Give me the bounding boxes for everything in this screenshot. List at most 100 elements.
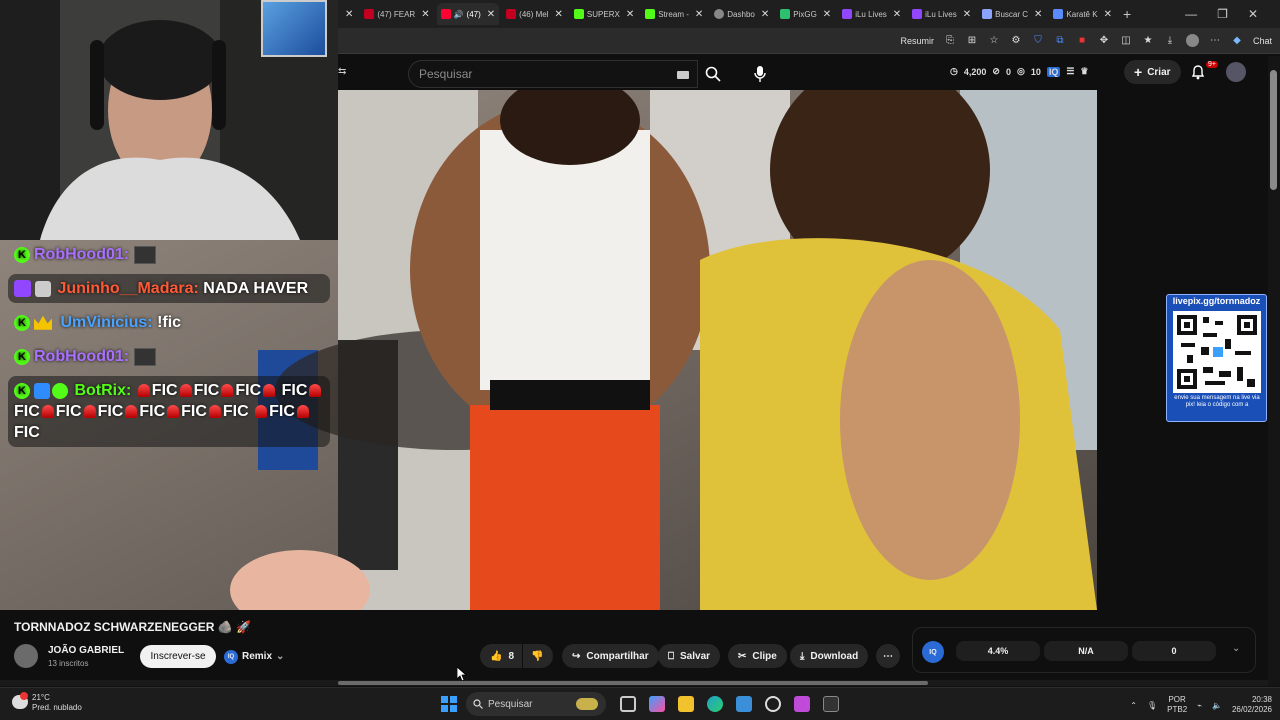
start-button[interactable] xyxy=(441,696,457,712)
chat-button[interactable]: Chat xyxy=(1253,36,1272,46)
copilot-app-icon[interactable] xyxy=(649,696,665,712)
clip-button[interactable]: ✂ Clipe xyxy=(728,644,787,668)
close-icon[interactable]: ✕ xyxy=(893,9,901,20)
chat-message: K RobHood01: xyxy=(8,342,338,371)
notifications-icon[interactable] xyxy=(1190,64,1206,80)
clock[interactable]: 20:38 26/02/2026 xyxy=(1232,695,1272,715)
close-icon[interactable]: ✕ xyxy=(695,9,703,20)
scrollbar-thumb[interactable] xyxy=(1270,70,1277,190)
minimize-icon[interactable]: — xyxy=(1185,7,1197,21)
restore-icon[interactable]: ❐ xyxy=(1217,7,1228,21)
new-tab-button[interactable]: + xyxy=(1119,3,1135,25)
windows-taskbar: 21°C Pred. nublado Pesquisar ⌃ 🎙 POR PTB2… xyxy=(0,687,1280,720)
browser-tab[interactable]: SUPERX ✕ xyxy=(570,3,638,25)
close-icon[interactable]: ✕ xyxy=(823,9,831,20)
volume-icon[interactable]: 🔈 xyxy=(1212,701,1222,710)
iq-stat-1: 4.4% xyxy=(956,641,1040,661)
extension-icon[interactable]: ⚙ xyxy=(1010,35,1022,47)
close-window-icon[interactable]: ✕ xyxy=(1248,7,1258,21)
browser-tab[interactable]: (47) FEAR ✕ xyxy=(360,3,433,25)
more-actions-button[interactable]: ⋯ xyxy=(876,644,900,668)
browser-tab[interactable]: Karatê K ✕ xyxy=(1049,3,1116,25)
taskbar-search[interactable]: Pesquisar xyxy=(466,692,606,716)
close-icon[interactable]: ✕ xyxy=(487,9,495,20)
read-aloud-icon[interactable]: ⎘ xyxy=(944,35,956,47)
close-icon[interactable]: ✕ xyxy=(963,9,971,20)
file-explorer-icon[interactable] xyxy=(678,696,694,712)
language-indicator[interactable]: POR PTB2 xyxy=(1167,695,1187,715)
download-button[interactable]: ⤓ Download xyxy=(790,644,869,668)
resume-button[interactable]: Resumir xyxy=(900,36,934,46)
microphone-icon[interactable]: 🎙 xyxy=(1147,701,1157,710)
channel-name[interactable]: JOÃO GABRIEL xyxy=(48,645,124,656)
keyboard-icon[interactable] xyxy=(677,71,689,79)
browser-tab[interactable]: Dashbo ✕ xyxy=(710,3,773,25)
scrollbar-thumb[interactable] xyxy=(338,681,928,685)
iq-logo-icon[interactable]: IQ xyxy=(922,641,944,663)
apps-icon[interactable]: ⊞ xyxy=(966,35,978,47)
edge-icon[interactable] xyxy=(707,696,723,712)
voice-search-button[interactable] xyxy=(746,60,774,88)
tab-label: PixGG xyxy=(793,9,817,19)
download-icon[interactable]: ⤓ xyxy=(1164,35,1176,47)
streaming-app-icon[interactable] xyxy=(794,696,810,712)
favorites-bar-icon[interactable]: ★ xyxy=(1142,35,1154,47)
close-icon[interactable]: ✕ xyxy=(555,9,563,20)
channel-avatar[interactable] xyxy=(14,644,38,668)
clock-icon: ◷ xyxy=(950,66,958,76)
list-icon[interactable]: ☰ xyxy=(1066,66,1074,77)
browser-tab-active[interactable]: 🔊 (47) ✕ xyxy=(436,3,500,25)
copilot-icon[interactable]: ◆ xyxy=(1231,35,1243,47)
time: 20:38 xyxy=(1251,695,1272,704)
translate-icon[interactable]: ⧉ xyxy=(1054,35,1066,47)
browser-tab[interactable]: ✕ xyxy=(338,3,357,25)
qr-caption: envie sua mensagem na live via pix! leia… xyxy=(1174,395,1260,408)
create-button[interactable]: + Criar xyxy=(1124,60,1181,84)
browser-tab[interactable]: iLu Lives ✕ xyxy=(838,3,905,25)
task-view-icon[interactable] xyxy=(620,696,636,712)
chevron-up-icon[interactable]: ⌃ xyxy=(1130,701,1137,710)
share-button[interactable]: ↪ Compartilhar xyxy=(562,644,659,668)
puzzle-icon[interactable]: ✥ xyxy=(1098,35,1110,47)
browser-tab[interactable]: (46) Mel ✕ xyxy=(502,3,567,25)
speaker-icon[interactable]: 🔊 xyxy=(454,10,464,19)
dislike-button[interactable]: 👎 xyxy=(523,644,553,668)
guide-icon[interactable]: ⇆ xyxy=(338,66,346,77)
save-button[interactable]: ⎕ Salvar xyxy=(658,644,721,668)
browser-tab[interactable]: Buscar C ✕ xyxy=(978,3,1046,25)
like-button[interactable]: 👍 8 xyxy=(480,644,522,668)
close-icon[interactable]: ✕ xyxy=(1034,9,1042,20)
terminal-icon[interactable] xyxy=(823,696,839,712)
subscribe-button[interactable]: Inscrever-se xyxy=(140,645,216,668)
horizontal-scrollbar[interactable] xyxy=(0,680,1268,686)
iq-stat-3: 0 xyxy=(1132,641,1216,661)
office-icon[interactable]: ■ xyxy=(1076,35,1088,47)
close-icon[interactable]: ✕ xyxy=(626,9,634,20)
search-highlight-icon xyxy=(576,698,598,710)
profile-icon[interactable] xyxy=(1185,34,1199,47)
chevron-down-icon[interactable]: ⌄ xyxy=(1232,643,1240,654)
page-scrollbar[interactable] xyxy=(1268,56,1280,686)
search-button[interactable] xyxy=(698,60,728,88)
close-icon[interactable]: ✕ xyxy=(345,9,353,20)
close-icon[interactable]: ✕ xyxy=(761,9,769,20)
browser-tab[interactable]: PixGG ✕ xyxy=(776,3,835,25)
obs-icon[interactable] xyxy=(765,696,781,712)
photos-icon[interactable] xyxy=(736,696,752,712)
trophy-icon[interactable]: ♛ xyxy=(1080,66,1088,77)
shield-icon[interactable]: ⛉ xyxy=(1032,35,1044,47)
remix-button[interactable]: IQ Remix ⌄ xyxy=(224,645,284,668)
browser-tab[interactable]: Stream - ✕ xyxy=(641,3,707,25)
weather-widget[interactable]: 21°C Pred. nublado xyxy=(12,692,82,713)
favorite-icon[interactable]: ☆ xyxy=(988,35,1000,47)
close-icon[interactable]: ✕ xyxy=(421,9,429,20)
close-icon[interactable]: ✕ xyxy=(1104,9,1112,20)
remix-label: Remix xyxy=(242,651,273,662)
search-input[interactable]: Pesquisar xyxy=(408,60,698,88)
browser-tab[interactable]: iLu Lives ✕ xyxy=(908,3,975,25)
network-icon[interactable]: ⌁ xyxy=(1197,701,1202,710)
iq-icon[interactable]: IQ xyxy=(1046,66,1061,77)
account-avatar[interactable] xyxy=(1226,62,1246,82)
split-screen-icon[interactable]: ◫ xyxy=(1120,35,1132,47)
more-options-icon[interactable]: ⋯ xyxy=(1209,35,1221,47)
